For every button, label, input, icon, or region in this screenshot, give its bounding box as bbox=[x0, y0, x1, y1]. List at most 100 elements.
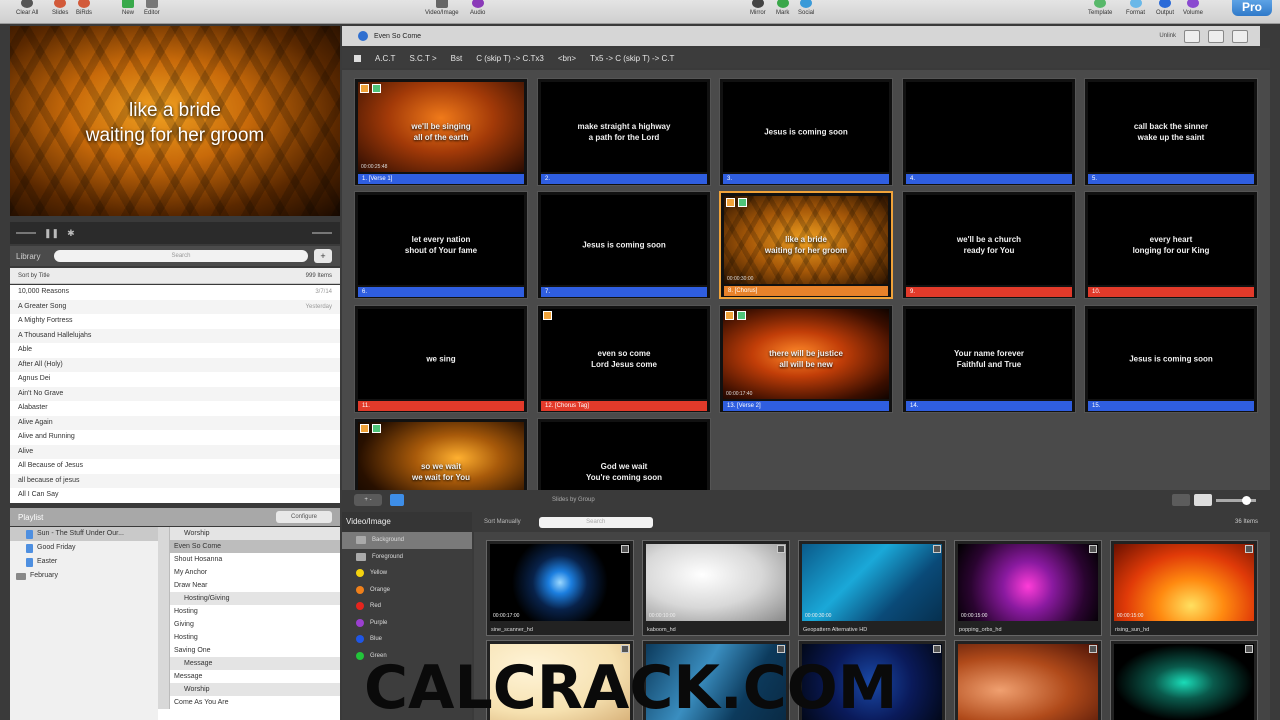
slide-thumbnail[interactable]: even so come Lord Jesus come 12. [Chorus T… bbox=[537, 305, 711, 413]
media-category[interactable]: Blue bbox=[342, 631, 472, 648]
slide-thumbnail[interactable]: like a bride waiting for her groom 00:00:3… bbox=[719, 191, 893, 299]
template-button[interactable]: Template bbox=[1088, 0, 1112, 24]
checkbox-icon[interactable] bbox=[777, 645, 785, 653]
playlist-header-item[interactable]: Worship bbox=[158, 683, 340, 696]
playlist-item[interactable]: Saving One bbox=[158, 644, 340, 657]
playlist-header-item[interactable]: Worship bbox=[158, 527, 340, 540]
add-remove-button[interactable]: + - bbox=[354, 494, 382, 506]
slide-thumbnail[interactable]: Jesus is coming soon 7. bbox=[537, 191, 711, 299]
playlist-item[interactable]: Giving bbox=[158, 618, 340, 631]
playlist-item[interactable]: Hosting bbox=[158, 631, 340, 644]
view-mode-button[interactable] bbox=[1184, 29, 1200, 43]
playlist-item[interactable]: Come As You Are bbox=[158, 696, 340, 709]
loop-icon[interactable]: ✱ bbox=[67, 228, 75, 239]
edit-button[interactable] bbox=[1232, 29, 1248, 43]
media-search-input[interactable]: Search bbox=[538, 516, 653, 528]
media-sort[interactable]: Sort Manually bbox=[484, 519, 521, 525]
slide-thumbnail[interactable]: we sing 11. bbox=[354, 305, 528, 413]
slide-thumbnail[interactable]: 4. bbox=[902, 78, 1076, 186]
slide-thumbnail[interactable]: Jesus is coming soon 3. bbox=[719, 78, 893, 186]
mirror-button[interactable]: Mirror bbox=[750, 0, 766, 24]
checkbox-icon[interactable] bbox=[933, 545, 941, 553]
library-item[interactable]: All I Can Say bbox=[10, 488, 340, 503]
arrangement-group[interactable]: S.C.T > bbox=[409, 54, 436, 63]
library-item[interactable]: Alabaster bbox=[10, 401, 340, 416]
library-item[interactable]: all because of jesus bbox=[10, 473, 340, 488]
library-item[interactable]: A Thousand Hallelujahs bbox=[10, 328, 340, 343]
blue-tag-button[interactable] bbox=[390, 494, 404, 506]
checkbox-icon[interactable] bbox=[1089, 545, 1097, 553]
library-item[interactable]: Alive Again bbox=[10, 415, 340, 430]
grid-view-toggle[interactable] bbox=[1194, 494, 1212, 506]
playlist-tree-item[interactable]: Good Friday bbox=[10, 541, 158, 555]
slides-button[interactable]: Slides bbox=[52, 0, 68, 24]
media-thumbnail[interactable]: 00:00:15:00 popping_orbs_hd bbox=[954, 540, 1102, 636]
slide-thumbnail[interactable]: we'll be singing all of the earth 00:00:25… bbox=[354, 78, 528, 186]
video-image-button[interactable]: Video/Image bbox=[425, 0, 459, 24]
new-button[interactable]: New bbox=[122, 0, 134, 24]
media-thumbnail[interactable]: 00:00:17:00 sine_scanner_hd bbox=[486, 540, 634, 636]
sort-label[interactable]: Sort by Title bbox=[18, 273, 50, 279]
grid-group-label[interactable]: Slides by Group bbox=[552, 497, 595, 503]
checkbox-icon[interactable] bbox=[621, 545, 629, 553]
arrangement-group[interactable]: Bst bbox=[451, 54, 463, 63]
playlist-item[interactable]: Message bbox=[158, 670, 340, 683]
audio-button[interactable]: Audio bbox=[470, 0, 485, 24]
arrangement-group[interactable]: <bn> bbox=[558, 54, 576, 63]
library-item[interactable]: A Mighty Fortress bbox=[10, 314, 340, 329]
media-category[interactable]: Yellow bbox=[342, 565, 472, 582]
playlist-item[interactable]: Shout Hosanna bbox=[158, 553, 340, 566]
library-item[interactable]: Alive bbox=[10, 444, 340, 459]
media-thumbnail[interactable]: 00:00:30:00 Geopattern Alternative HD bbox=[798, 540, 946, 636]
slide-thumbnail[interactable]: we'll be a church ready for You 9. bbox=[902, 191, 1076, 299]
media-thumbnail[interactable] bbox=[954, 640, 1102, 720]
media-thumbnail[interactable] bbox=[1110, 640, 1258, 720]
social-button[interactable]: Social bbox=[798, 0, 814, 24]
checkbox-icon[interactable] bbox=[777, 545, 785, 553]
list-view-button[interactable] bbox=[1172, 494, 1190, 506]
pause-icon[interactable]: ❚❚ bbox=[44, 228, 59, 239]
playlist-item[interactable]: Hosting bbox=[158, 605, 340, 618]
checkbox-icon[interactable] bbox=[1089, 645, 1097, 653]
arrangement-group[interactable]: Tx5 -> C (skip T) -> C.T bbox=[590, 54, 674, 63]
library-item[interactable]: After All (Holy) bbox=[10, 357, 340, 372]
playlist-item[interactable]: Even So Come bbox=[158, 540, 340, 553]
arrangement-group[interactable]: C (skip T) -> C.Tx3 bbox=[476, 54, 544, 63]
scrubber[interactable] bbox=[16, 232, 36, 234]
library-item[interactable]: A Greater Song Yesterday bbox=[10, 299, 340, 314]
editor-button[interactable]: Editor bbox=[144, 0, 160, 24]
zoom-knob[interactable] bbox=[1242, 495, 1251, 505]
volume-slider[interactable] bbox=[312, 232, 332, 234]
library-item[interactable]: All Because of Jesus bbox=[10, 459, 340, 474]
library-item[interactable]: Ain't No Grave bbox=[10, 386, 340, 401]
library-item[interactable]: Alive and Running bbox=[10, 430, 340, 445]
checkbox-icon[interactable] bbox=[1245, 545, 1253, 553]
library-sort-bar[interactable]: Sort by Title 999 Items bbox=[10, 268, 340, 284]
library-item[interactable]: Agnus Dei bbox=[10, 372, 340, 387]
slide-thumbnail[interactable]: let every nation shout of Your fame 6. bbox=[354, 191, 528, 299]
playlist-tree-item[interactable]: Easter bbox=[10, 555, 158, 569]
live-preview[interactable]: like a bride waiting for her groom bbox=[10, 26, 340, 216]
media-thumbnail[interactable]: 00:00:10:00 kaboom_hd bbox=[642, 540, 790, 636]
mark-button[interactable]: Mark bbox=[776, 0, 789, 24]
volume-button[interactable]: Volume bbox=[1183, 0, 1203, 24]
playlist-header-item[interactable]: Message bbox=[158, 657, 340, 670]
slide-thumbnail[interactable]: so we wait we wait for You bbox=[354, 418, 528, 490]
output-button[interactable]: Output bbox=[1156, 0, 1174, 24]
playlist-configure-button[interactable]: Configure bbox=[276, 511, 332, 523]
slide-thumbnail[interactable]: there will be justice all will be new 00:0… bbox=[719, 305, 893, 413]
checkbox-icon[interactable] bbox=[1245, 645, 1253, 653]
media-category[interactable]: Red bbox=[342, 598, 472, 615]
playlist-tree-item[interactable]: Sun - The Stuff Under Our... bbox=[10, 527, 158, 541]
slide-thumbnail[interactable]: every heart longing for our King 10. bbox=[1084, 191, 1258, 299]
playlist-tree-item[interactable]: February bbox=[10, 569, 158, 583]
checkbox-icon[interactable] bbox=[621, 645, 629, 653]
checkbox-icon[interactable] bbox=[933, 645, 941, 653]
document-status[interactable]: Unlink bbox=[1159, 33, 1176, 39]
arrangement-toggle[interactable] bbox=[354, 54, 361, 62]
birds-button[interactable]: BiRds bbox=[76, 0, 92, 24]
library-search-input[interactable]: Search bbox=[54, 250, 308, 262]
grid-view-button[interactable] bbox=[1208, 29, 1224, 43]
media-category[interactable]: Foreground bbox=[342, 549, 472, 566]
library-item[interactable]: Able bbox=[10, 343, 340, 358]
